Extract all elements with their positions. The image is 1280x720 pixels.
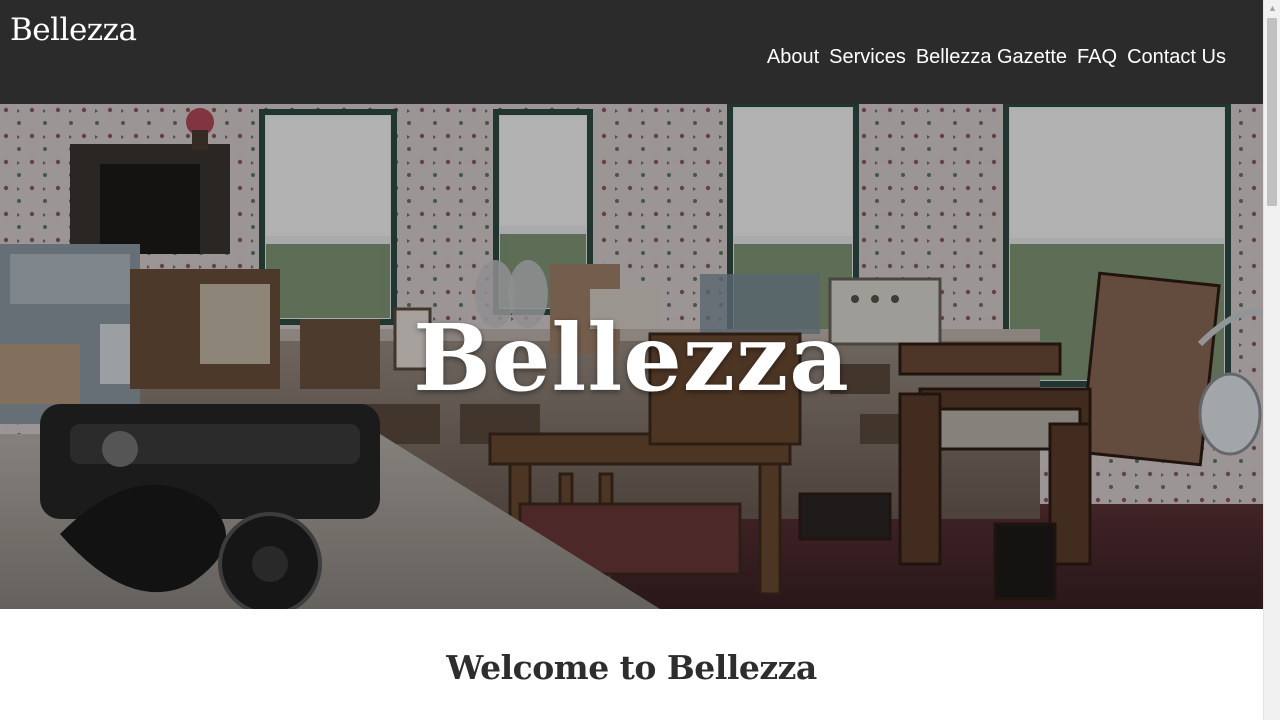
nav-about[interactable]: About bbox=[767, 46, 819, 69]
site-header: Bellezza About Services Bellezza Gazette… bbox=[0, 0, 1263, 104]
nav-services[interactable]: Services bbox=[829, 46, 906, 69]
hero-title: Bellezza bbox=[413, 304, 850, 412]
nav-contact-us[interactable]: Contact Us bbox=[1127, 46, 1226, 69]
vertical-scrollbar[interactable]: ▲ bbox=[1263, 0, 1280, 720]
nav-faq[interactable]: FAQ bbox=[1077, 46, 1117, 69]
welcome-heading: Welcome to Bellezza bbox=[446, 648, 817, 687]
scrollbar-thumb[interactable] bbox=[1267, 18, 1277, 206]
nav-bellezza-gazette[interactable]: Bellezza Gazette bbox=[916, 46, 1067, 69]
hero-section: Bellezza bbox=[0, 104, 1263, 609]
scroll-up-arrow-icon[interactable]: ▲ bbox=[1264, 0, 1280, 17]
page: Bellezza About Services Bellezza Gazette… bbox=[0, 0, 1263, 720]
brand-logo-link[interactable]: Bellezza bbox=[10, 12, 137, 48]
main-nav: About Services Bellezza Gazette FAQ Cont… bbox=[767, 46, 1226, 69]
